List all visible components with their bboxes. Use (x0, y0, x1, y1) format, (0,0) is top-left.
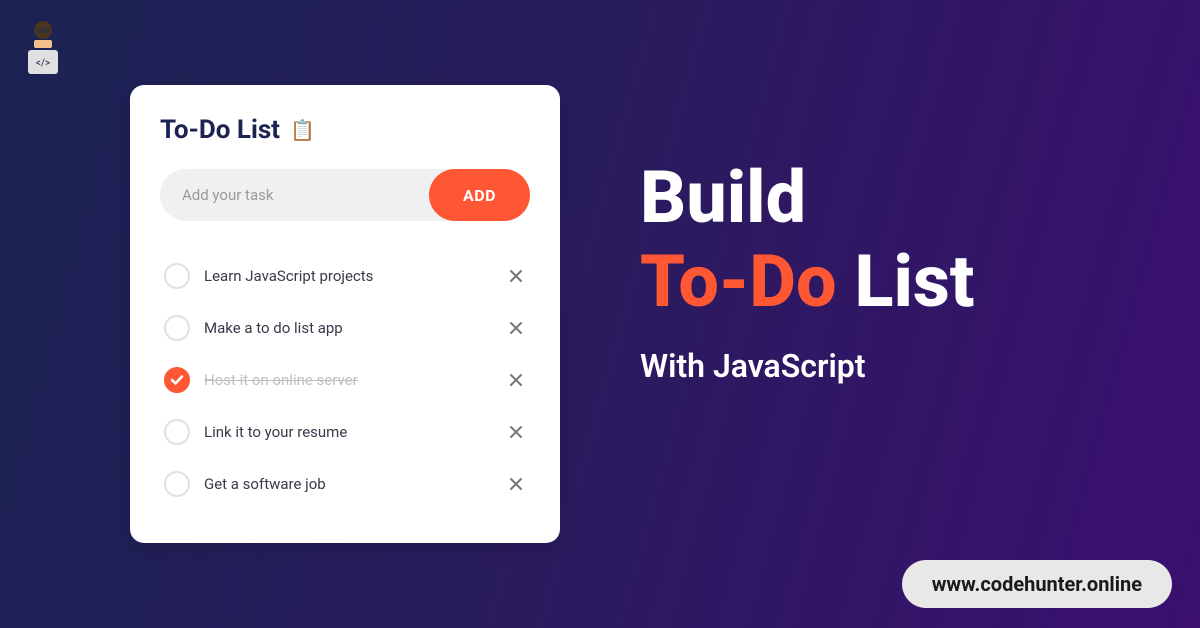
hero-line1: Build (640, 160, 974, 236)
input-row: ADD (160, 169, 530, 221)
task-item: Host it on online server (160, 355, 530, 405)
card-title: To-Do List (160, 115, 280, 145)
task-item: Learn JavaScript projects (160, 251, 530, 301)
hero-subtitle: With JavaScript (640, 347, 974, 385)
task-item: Make a to do list app (160, 303, 530, 353)
task-input[interactable] (160, 169, 429, 221)
delete-task-icon[interactable] (506, 266, 526, 286)
add-button[interactable]: ADD (429, 169, 530, 221)
task-text: Get a software job (204, 475, 492, 493)
site-url-pill: www.codehunter.online (902, 560, 1172, 608)
unchecked-circle-icon[interactable] (164, 471, 190, 497)
checked-circle-icon[interactable] (164, 367, 190, 393)
hero-section: Build To-Do List With JavaScript (640, 160, 974, 385)
site-logo: </> (18, 18, 68, 78)
task-item: Link it to your resume (160, 407, 530, 457)
task-text: Host it on online server (204, 371, 492, 389)
unchecked-circle-icon[interactable] (164, 263, 190, 289)
delete-task-icon[interactable] (506, 474, 526, 494)
delete-task-icon[interactable] (506, 318, 526, 338)
task-text: Make a to do list app (204, 319, 492, 337)
unchecked-circle-icon[interactable] (164, 419, 190, 445)
todo-card: To-Do List 📋 ADD Learn JavaScript projec… (130, 85, 560, 543)
delete-task-icon[interactable] (506, 422, 526, 442)
hero-line2: To-Do List (640, 242, 974, 321)
unchecked-circle-icon[interactable] (164, 315, 190, 341)
svg-text:</>: </> (36, 58, 50, 69)
task-list: Learn JavaScript projects Make a to do li… (160, 251, 530, 509)
hero-accent-text: To-Do (640, 239, 837, 324)
notepad-icon: 📋 (290, 118, 315, 142)
task-item: Get a software job (160, 459, 530, 509)
hero-rest-text: List (854, 239, 974, 324)
card-header: To-Do List 📋 (160, 115, 530, 145)
task-text: Learn JavaScript projects (204, 267, 492, 285)
task-text: Link it to your resume (204, 423, 492, 441)
delete-task-icon[interactable] (506, 370, 526, 390)
